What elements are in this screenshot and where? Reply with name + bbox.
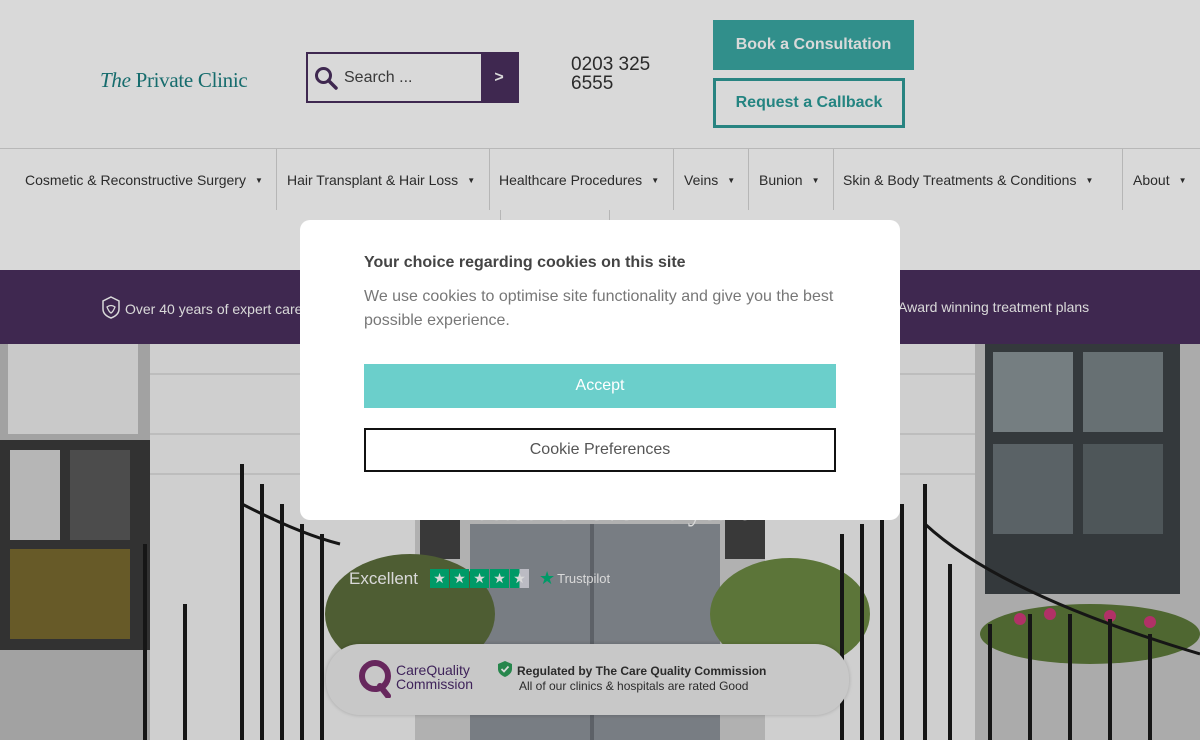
cookie-dialog-text: We use cookies to optimise site function… — [364, 288, 834, 329]
cookie-preferences-button[interactable]: Cookie Preferences — [364, 428, 836, 472]
accept-cookies-button[interactable]: Accept — [364, 364, 836, 408]
cookie-consent-dialog: Your choice regarding cookies on this si… — [300, 220, 900, 520]
cookie-dialog-title: Your choice regarding cookies on this si… — [364, 254, 686, 271]
